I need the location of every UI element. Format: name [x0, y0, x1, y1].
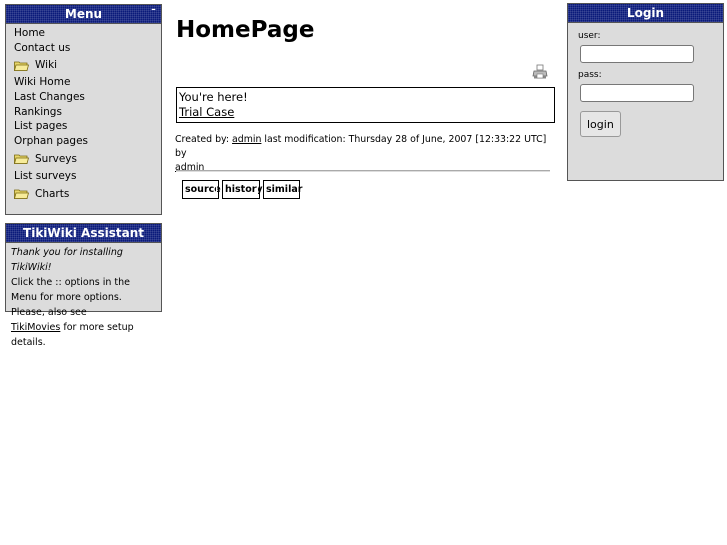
assistant-thanks: Thank you for installing TikiWiki! — [11, 247, 123, 273]
menu-item-list-surveys[interactable]: List surveys — [14, 169, 161, 184]
user-input[interactable] — [580, 45, 694, 63]
assistant-title-bar: TikiWiki Assistant — [6, 224, 161, 243]
menu-item-surveys[interactable]: Surveys — [14, 149, 161, 169]
menu-item-last-changes[interactable]: Last Changes — [14, 90, 161, 105]
similar-button[interactable]: similar — [263, 180, 302, 199]
menu-item-wiki-home[interactable]: Wiki Home — [14, 75, 161, 90]
print-icon[interactable] — [532, 64, 548, 80]
menu-item-label: List pages — [14, 120, 68, 133]
divider — [176, 170, 550, 172]
menu-item-label: Wiki — [35, 59, 58, 72]
menu-title: Menu — [64, 7, 103, 21]
menu-item-charts[interactable]: Charts — [14, 184, 161, 204]
login-box: Login user: pass: login — [567, 3, 724, 181]
menu-item-wiki[interactable]: Wiki — [14, 55, 161, 75]
login-button[interactable]: login — [580, 111, 621, 137]
menu-box: Menu – Home Contact us Wiki Wiki Home Last C… — [5, 4, 162, 215]
menu-item-label: Home — [14, 27, 46, 39]
assistant-text: Click the :: options in the Menu for mor… — [11, 277, 130, 318]
menu-item-rankings[interactable]: Rankings — [14, 105, 161, 120]
created-by-label: Created by: — [175, 134, 230, 145]
source-button[interactable]: source — [182, 180, 221, 199]
pass-label: pass: — [578, 70, 602, 80]
pass-input[interactable] — [580, 84, 694, 102]
menu-collapse-button[interactable]: – — [149, 6, 158, 16]
assistant-box: TikiWiki Assistant Thank you for install… — [5, 223, 162, 348]
menu-item-label: List surveys — [14, 169, 77, 182]
menu-list: Home Contact us Wiki Wiki Home Last Changes R… — [6, 24, 161, 204]
breadcrumb-link[interactable]: Trial Case — [179, 105, 234, 119]
folder-icon — [14, 189, 29, 199]
page-info: Created by: admin last modification: Thu… — [175, 133, 555, 175]
breadcrumb-prefix: You're here! — [179, 90, 248, 104]
folder-icon — [14, 154, 29, 165]
history-button[interactable]: history — [222, 180, 263, 199]
menu-item-list-pages[interactable]: List pages — [14, 119, 161, 134]
breadcrumb-box: You're here! Trial Case — [176, 87, 555, 123]
login-title: Login — [626, 6, 665, 20]
menu-item-contact-us[interactable]: Contact us — [14, 41, 161, 56]
assistant-title: TikiWiki Assistant — [23, 226, 144, 240]
page-title: HomePage — [176, 17, 315, 43]
menu-item-orphan-pages[interactable]: Orphan pages — [14, 134, 161, 149]
menu-item-label: Rankings — [14, 105, 62, 118]
menu-item-label: Contact us — [14, 41, 71, 54]
menu-item-home[interactable]: Home — [14, 26, 161, 41]
menu-title-bar: Menu – — [6, 5, 161, 24]
menu-item-label: Last Changes — [14, 91, 85, 104]
modification-text: last modification: Thursday 28 of June, … — [175, 134, 547, 159]
login-title-bar: Login — [568, 4, 723, 23]
menu-item-label: Surveys — [35, 152, 77, 165]
menu-item-label: Wiki Home — [14, 76, 71, 89]
author-link[interactable]: admin — [232, 134, 261, 145]
assistant-body: Thank you for installing TikiWiki! Click… — [6, 243, 161, 350]
folder-icon — [14, 61, 29, 71]
menu-item-label: Charts — [35, 187, 70, 200]
menu-item-label: Orphan pages — [14, 135, 89, 148]
tikimovies-link[interactable]: TikiMovies — [11, 322, 60, 333]
user-label: user: — [578, 31, 601, 41]
